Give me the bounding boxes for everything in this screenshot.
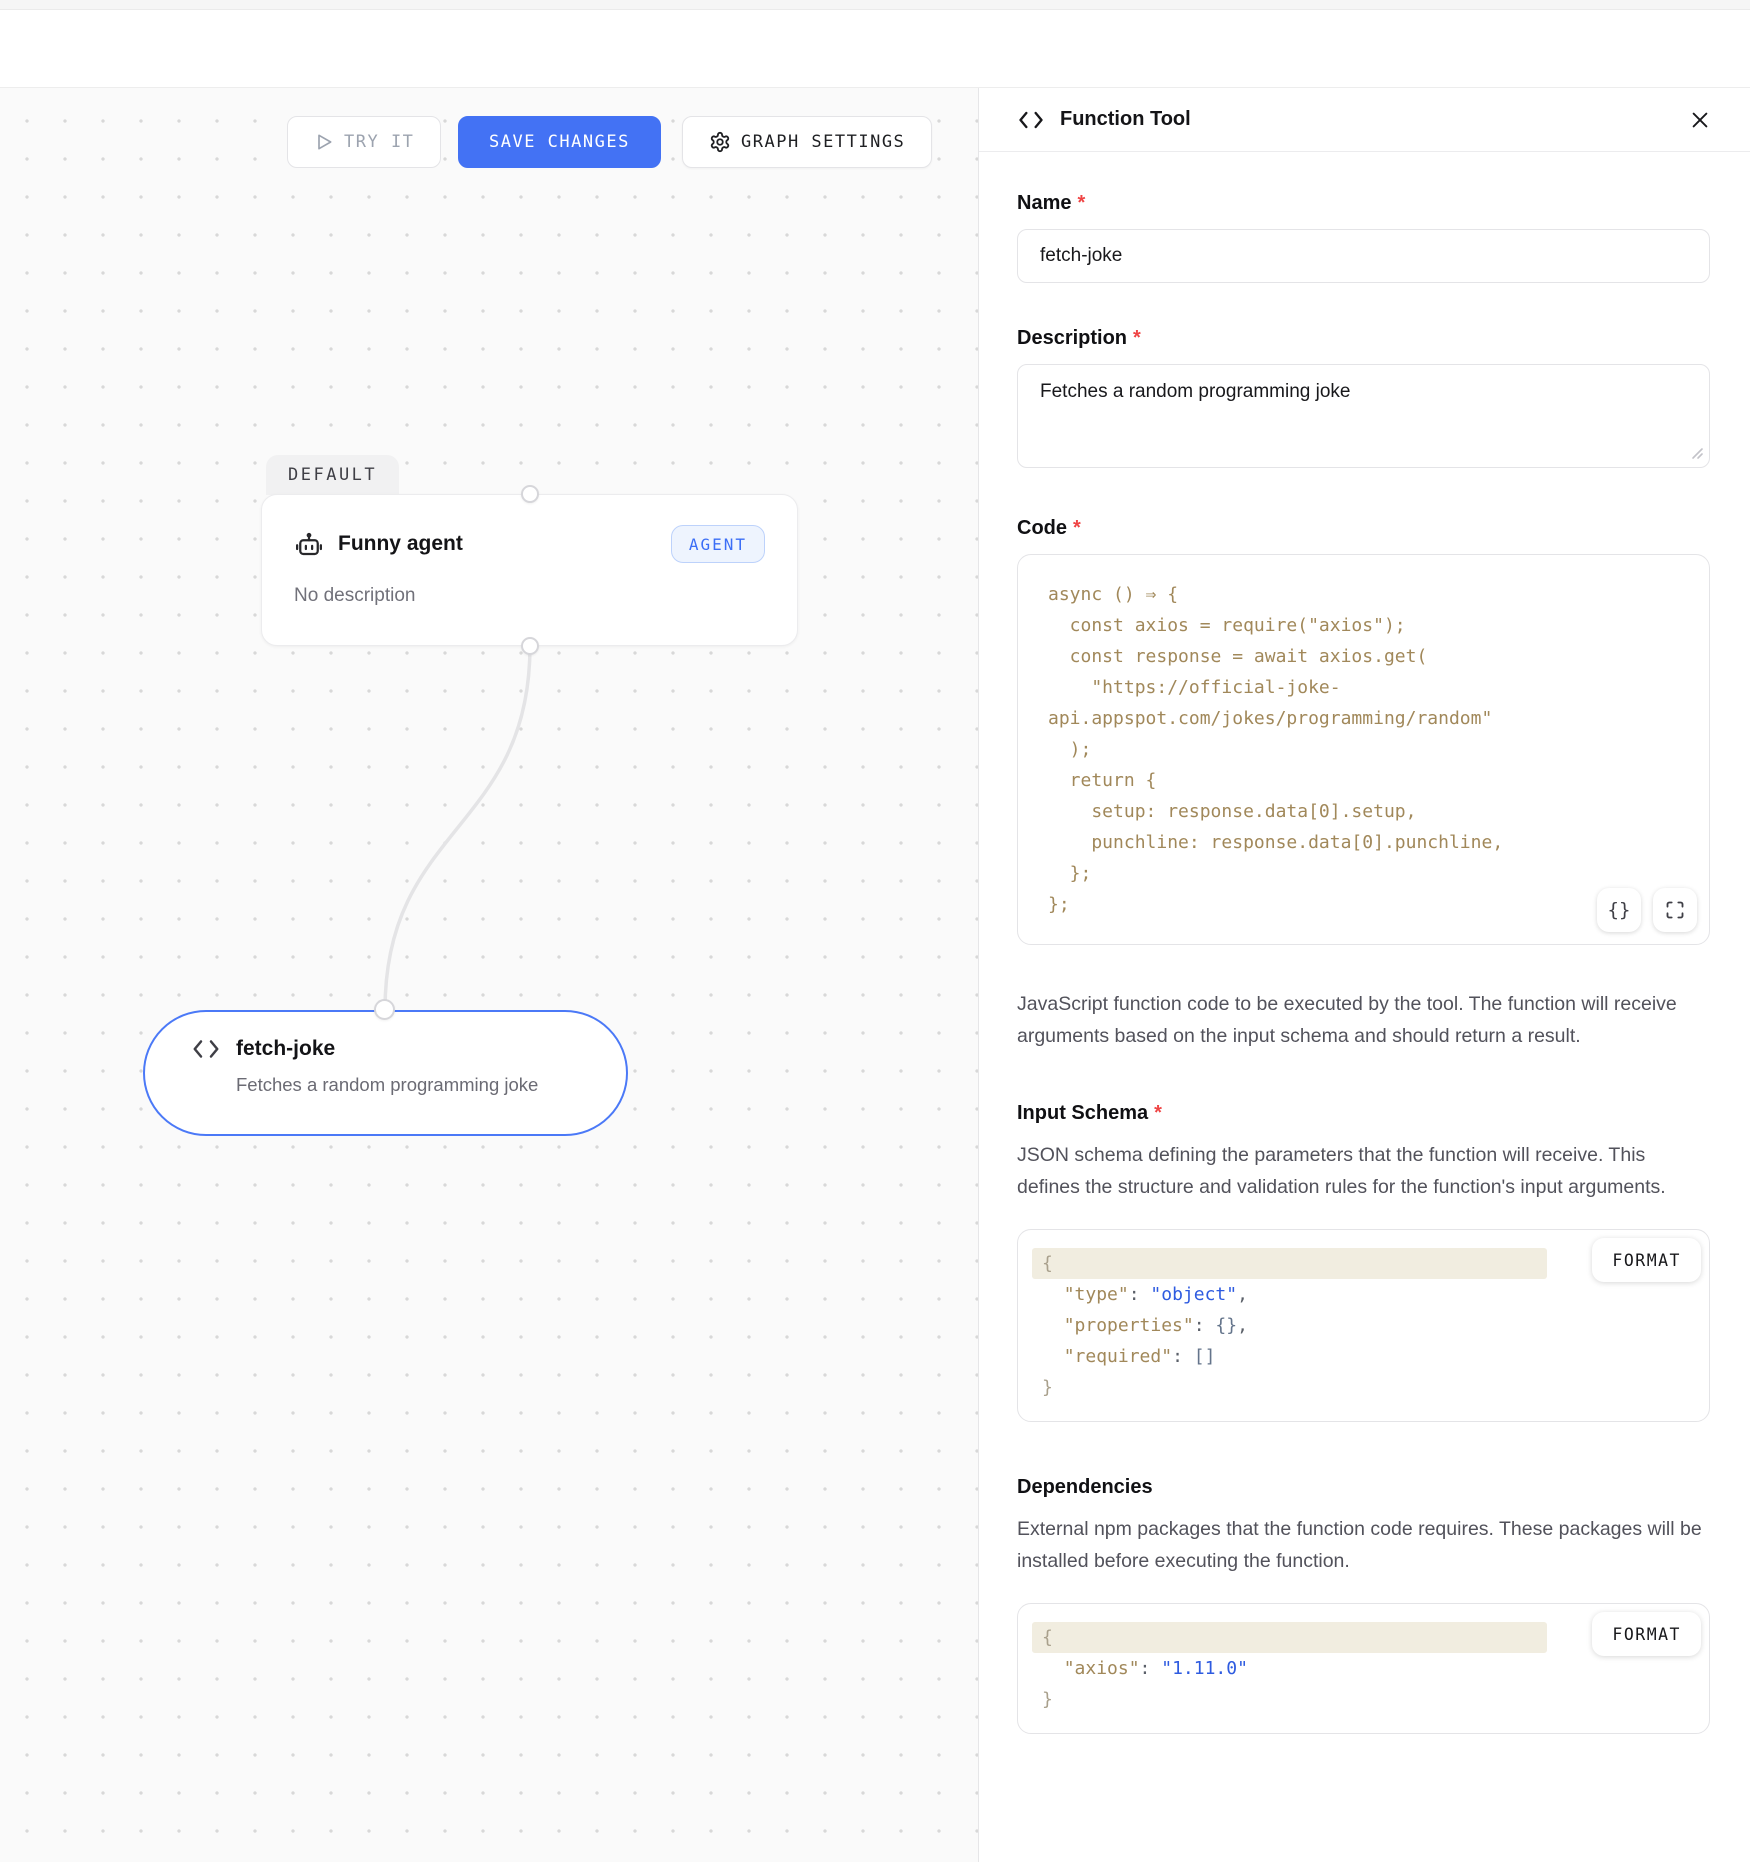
panel-title: Function Tool [1060,108,1191,131]
code-brackets-icon [1017,108,1045,132]
function-tool-panel: Function Tool Name* Description* Fetches… [978,88,1750,1862]
edge-layer [0,88,978,1862]
agent-node[interactable]: Funny agent AGENT No description [261,494,798,646]
save-changes-button[interactable]: SAVE CHANGES [458,116,661,168]
dependencies-label: Dependencies [1017,1476,1710,1499]
required-asterisk: * [1077,192,1085,215]
agent-node-bottom-handle[interactable] [521,637,539,655]
tool-node-fetch-joke[interactable]: fetch-joke Fetches a random programming … [143,1010,628,1136]
robot-icon [294,529,324,559]
play-icon [314,132,334,152]
save-changes-label: SAVE CHANGES [489,132,630,152]
dependencies-help-text: External npm packages that the function … [1017,1514,1710,1577]
panel-header: Function Tool [979,88,1750,152]
code-label: Code* [1017,517,1710,540]
fullscreen-icon [1665,900,1685,920]
dependencies-format-button[interactable]: FORMAT [1592,1612,1701,1656]
graph-settings-button[interactable]: GRAPH SETTINGS [682,116,932,168]
top-bar [0,0,1750,88]
edge-agent-to-tool[interactable] [385,646,530,1010]
required-asterisk: * [1133,327,1141,350]
group-tab-label: DEFAULT [288,465,377,485]
gear-icon [709,131,731,153]
tool-node-description: Fetches a random programming joke [236,1074,626,1096]
graph-canvas[interactable]: TRY IT SAVE CHANGES GRAPH SETTINGS DEFAU… [0,88,978,1862]
agent-badge: AGENT [671,525,765,563]
input-schema-format-button[interactable]: FORMAT [1592,1238,1701,1282]
code-help-text: JavaScript function code to be executed … [1017,989,1710,1052]
tool-node-title: fetch-joke [236,1037,335,1061]
tool-node-top-handle[interactable] [374,999,395,1020]
window-edge-strip [0,0,1750,10]
input-schema-editor[interactable]: { "type": "object", "properties": {}, "r… [1017,1229,1710,1422]
required-asterisk: * [1154,1102,1162,1125]
braces-format-button[interactable]: {} [1597,888,1641,932]
name-input[interactable] [1017,229,1710,283]
input-schema-help-text: JSON schema defining the parameters that… [1017,1140,1710,1203]
description-label: Description* [1017,327,1710,350]
try-it-button[interactable]: TRY IT [287,116,441,168]
agent-node-title: Funny agent [338,532,463,556]
input-schema-label: Input Schema* [1017,1102,1710,1125]
description-textarea[interactable]: Fetches a random programming joke [1017,364,1710,468]
expand-fullscreen-button[interactable] [1653,888,1697,932]
agent-node-description: No description [294,585,765,607]
code-editor-content: async () ⇒ { const axios = require("axio… [1038,579,1689,920]
group-tab-default[interactable]: DEFAULT [266,455,399,495]
code-brackets-icon [191,1036,221,1062]
agent-node-top-handle[interactable] [521,485,539,503]
name-label: Name* [1017,192,1710,215]
try-it-label: TRY IT [344,132,414,152]
required-asterisk: * [1073,517,1081,540]
braces-icon: {} [1608,899,1631,921]
resize-grip-icon[interactable] [1690,446,1704,465]
code-editor[interactable]: async () ⇒ { const axios = require("axio… [1017,554,1710,945]
dependencies-editor[interactable]: { "axios": "1.11.0"} FORMAT [1017,1603,1710,1734]
graph-settings-label: GRAPH SETTINGS [741,132,905,152]
close-icon[interactable] [1686,106,1714,134]
